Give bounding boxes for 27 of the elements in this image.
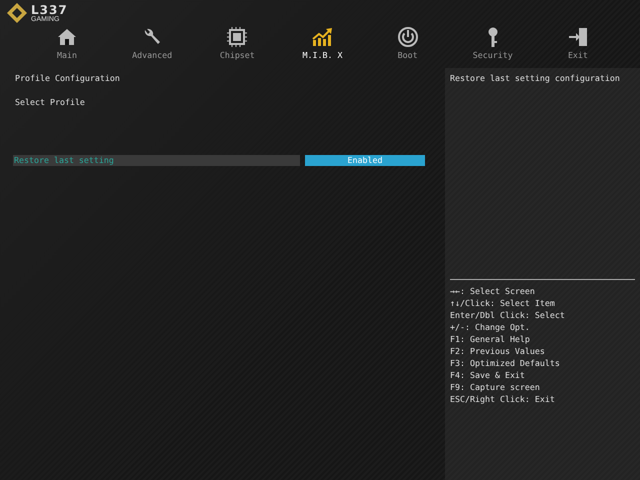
menu-tab[interactable]: Security bbox=[450, 26, 535, 60]
section-label: Profile Configuration bbox=[15, 72, 120, 84]
key-hint: ↑↓/Click: Select Item bbox=[450, 297, 556, 309]
chip-icon bbox=[226, 26, 248, 48]
key-hint: +/-: Change Opt. bbox=[450, 321, 531, 333]
chart-icon bbox=[311, 26, 334, 48]
key-hint: ESC/Right Click: Exit bbox=[450, 393, 556, 405]
setting-row[interactable]: Restore last setting bbox=[13, 155, 300, 166]
key-hint: Enter/Dbl Click: Select bbox=[450, 309, 566, 321]
logo-name: L337 bbox=[31, 4, 68, 16]
help-description: Restore last setting configuration bbox=[450, 73, 620, 83]
home-icon bbox=[56, 26, 78, 48]
key-hint: F2: Previous Values bbox=[450, 345, 546, 357]
menu-tab[interactable]: M.I.B. X bbox=[280, 26, 364, 60]
exit-icon bbox=[566, 26, 589, 48]
menu-tab[interactable]: Boot bbox=[366, 26, 450, 60]
section-label: Select Profile bbox=[15, 96, 85, 108]
key-hint: →←: Select Screen bbox=[450, 285, 536, 297]
key-hint: F1: General Help bbox=[450, 333, 531, 345]
menu-tab[interactable]: Main bbox=[25, 26, 109, 60]
key-hint: F4: Save & Exit bbox=[450, 369, 526, 381]
menu-tab[interactable]: Advanced bbox=[110, 26, 194, 60]
power-icon bbox=[396, 26, 419, 48]
key-hint: F9: Capture screen bbox=[450, 381, 541, 393]
key-hint: F3: Optimized Defaults bbox=[450, 357, 561, 369]
menu-tab[interactable]: Exit bbox=[536, 26, 620, 60]
menu-tab[interactable]: Chipset bbox=[195, 26, 280, 60]
